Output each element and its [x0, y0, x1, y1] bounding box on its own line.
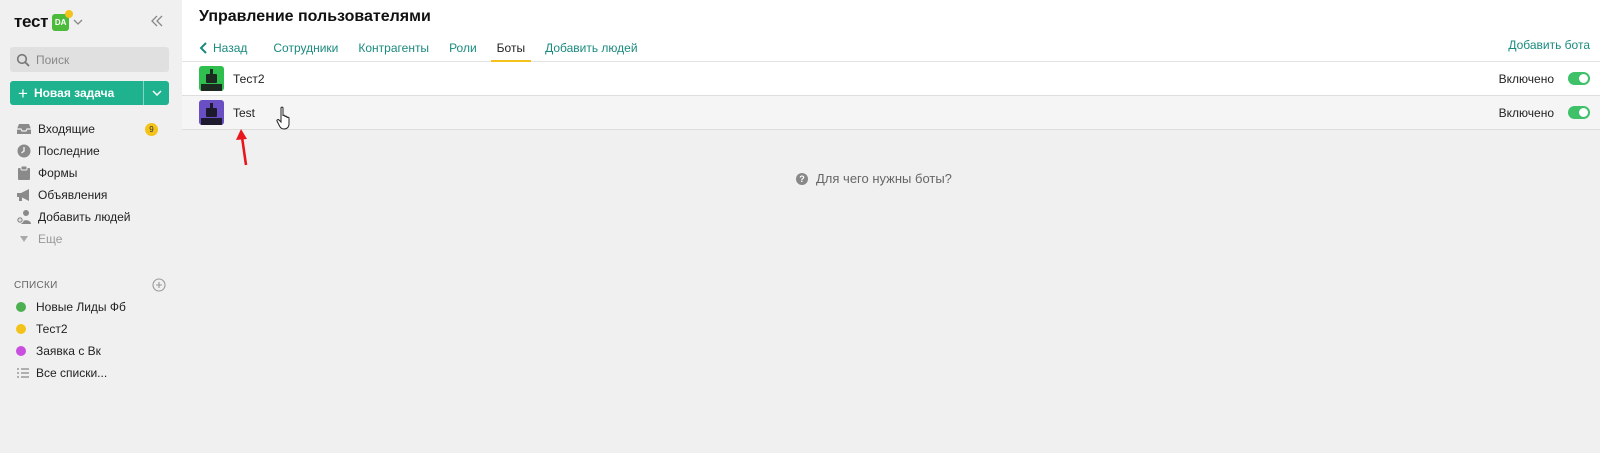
- tab-employees[interactable]: Сотрудники: [273, 33, 338, 62]
- robot-icon: [199, 66, 224, 91]
- table-row[interactable]: Тест2 Включено: [182, 62, 1600, 96]
- add-people-icon: [16, 209, 32, 225]
- workspace-badge-label: DA: [54, 17, 67, 27]
- search-icon: [16, 53, 30, 67]
- add-list-icon[interactable]: [152, 278, 166, 292]
- bot-name: Тест2: [233, 71, 265, 86]
- lists: Новые Лиды Фб Тест2 Заявка с Вк Все спис…: [16, 296, 166, 384]
- list-item-label: Все списки...: [36, 366, 108, 380]
- search-box[interactable]: [10, 47, 169, 72]
- workspace-name: тест: [14, 12, 49, 31]
- list-item-label: Новые Лиды Фб: [36, 300, 126, 314]
- robot-icon: [199, 100, 224, 125]
- workspace-status-dot: [65, 9, 74, 18]
- sidebar-item-recent[interactable]: Последние: [16, 140, 166, 162]
- sidebar-nav: Входящие 9 Последние Формы Объявления До…: [16, 118, 166, 250]
- tab-add-people[interactable]: Добавить людей: [545, 33, 637, 62]
- new-task-button[interactable]: + Новая задача: [10, 81, 169, 105]
- search-input[interactable]: [36, 52, 166, 67]
- list-color-dot: [16, 302, 26, 312]
- hand-cursor-icon: [276, 106, 290, 130]
- page-title: Управление пользователями: [199, 8, 431, 25]
- sidebar-item-label: Еще: [38, 232, 63, 246]
- list-item-label: Тест2: [36, 322, 68, 336]
- bots-help-link[interactable]: ? Для чего нужны боты?: [796, 171, 952, 186]
- collapse-sidebar-icon[interactable]: [150, 14, 164, 28]
- sidebar-item-more[interactable]: Еще: [16, 228, 166, 250]
- tab-bar: Назад Сотрудники Контрагенты Роли Боты Д…: [199, 33, 658, 62]
- list-item[interactable]: Новые Лиды Фб: [16, 296, 166, 318]
- chevron-down-icon: [151, 90, 162, 97]
- help-text: Для чего нужны боты?: [816, 171, 952, 186]
- question-icon: ?: [796, 172, 808, 185]
- list-item[interactable]: Тест2: [16, 318, 166, 340]
- sidebar-item-add-people[interactable]: Добавить людей: [16, 206, 166, 228]
- sidebar: тест DA + Новая задача Входящие 9 Послед…: [0, 0, 182, 453]
- workspace-switcher[interactable]: тест DA: [14, 9, 83, 34]
- tab-roles[interactable]: Роли: [449, 33, 477, 62]
- workspace-badge: DA: [52, 9, 74, 31]
- megaphone-icon: [16, 187, 32, 203]
- all-lists-link[interactable]: Все списки...: [16, 362, 166, 384]
- clock-icon: [16, 143, 32, 159]
- tab-bots[interactable]: Боты: [490, 33, 532, 62]
- bot-avatar: [199, 66, 224, 91]
- list-icon: [17, 368, 29, 378]
- lists-title: Списки: [14, 279, 58, 291]
- list-color-dot: [16, 346, 26, 356]
- page-header: Управление пользователями Назад Сотрудни…: [182, 0, 1600, 62]
- clipboard-icon: [16, 165, 32, 181]
- new-task-dropdown[interactable]: [143, 81, 169, 105]
- bot-status: Включено: [1498, 105, 1554, 120]
- new-task-label: Новая задача: [33, 86, 115, 100]
- new-task-main[interactable]: + Новая задача: [10, 81, 143, 105]
- sidebar-item-inbox[interactable]: Входящие 9: [16, 118, 166, 140]
- lists-header: Списки: [14, 278, 166, 292]
- add-bot-link[interactable]: Добавить бота: [1508, 38, 1590, 52]
- sidebar-item-announcements[interactable]: Объявления: [16, 184, 166, 206]
- sidebar-item-forms[interactable]: Формы: [16, 162, 166, 184]
- bot-status: Включено: [1498, 71, 1554, 86]
- inbox-count-badge: 9: [145, 122, 158, 136]
- bot-enabled-toggle[interactable]: [1568, 106, 1590, 119]
- bot-enabled-toggle[interactable]: [1568, 72, 1590, 85]
- list-item[interactable]: Заявка с Вк: [16, 340, 166, 362]
- sidebar-item-label: Формы: [38, 166, 78, 180]
- sidebar-item-label: Входящие: [38, 122, 95, 136]
- back-link[interactable]: Назад: [199, 33, 247, 62]
- annotation-arrow-icon: [236, 129, 248, 166]
- sidebar-item-label: Последние: [38, 144, 100, 158]
- tab-counterparties[interactable]: Контрагенты: [358, 33, 429, 62]
- chevron-down-icon: [73, 19, 83, 25]
- bot-avatar: [199, 100, 224, 125]
- main-content: Управление пользователями Назад Сотрудни…: [182, 0, 1600, 453]
- bot-name: Test: [233, 105, 256, 120]
- list-item-label: Заявка с Вк: [36, 344, 101, 358]
- table-row[interactable]: Test Включено: [182, 96, 1600, 130]
- plus-icon: +: [18, 83, 28, 103]
- inbox-icon: [16, 121, 32, 137]
- chevron-left-icon: [199, 41, 207, 54]
- list-color-dot: [16, 324, 26, 334]
- sidebar-item-label: Объявления: [38, 188, 108, 202]
- caret-down-icon: [16, 231, 32, 247]
- sidebar-item-label: Добавить людей: [38, 210, 131, 224]
- back-label: Назад: [213, 40, 248, 55]
